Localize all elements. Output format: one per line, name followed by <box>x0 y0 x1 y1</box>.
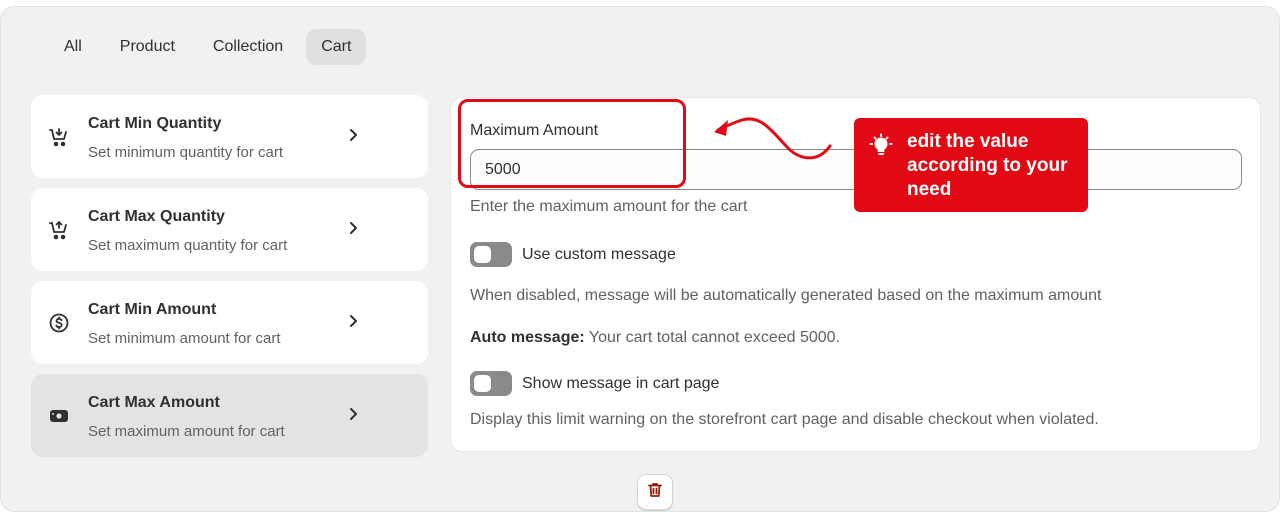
rule-card-title: Cart Max Amount <box>88 394 220 411</box>
cash-icon <box>47 404 71 428</box>
dollar-circle-icon <box>47 311 71 335</box>
rule-card-cart-max-quantity[interactable]: Cart Max Quantity Set maximum quantity f… <box>31 188 428 271</box>
rule-card-title: Cart Min Quantity <box>88 115 222 132</box>
rule-card-subtitle: Set maximum quantity for cart <box>88 237 288 254</box>
auto-message-label: Auto message: <box>470 329 585 346</box>
tab-cart[interactable]: Cart <box>306 29 367 65</box>
rule-card-title: Cart Min Amount <box>88 301 217 318</box>
rule-card-title: Cart Max Quantity <box>88 208 225 225</box>
cart-up-icon <box>47 218 71 242</box>
callout-text: edit the value according to your need <box>907 131 1068 200</box>
rule-card-cart-min-amount[interactable]: Cart Min Amount Set minimum amount for c… <box>31 281 428 364</box>
auto-message-text: Your cart total cannot exceed 5000. <box>584 329 840 346</box>
rule-card-cart-max-amount[interactable]: Cart Max Amount Set maximum amount for c… <box>31 374 428 457</box>
rule-card-cart-min-quantity[interactable]: Cart Min Quantity Set minimum quantity f… <box>31 95 428 178</box>
chevron-right-icon <box>345 406 361 422</box>
cart-page-toggle[interactable] <box>470 371 512 396</box>
chevron-right-icon <box>345 313 361 329</box>
disabled-note: When disabled, message will be automatic… <box>470 287 1102 304</box>
lightbulb-icon <box>868 132 894 158</box>
maximum-amount-label: Maximum Amount <box>470 122 599 139</box>
rule-card-subtitle: Set maximum amount for cart <box>88 423 285 440</box>
chevron-right-icon <box>345 127 361 143</box>
rule-card-subtitle: Set minimum amount for cart <box>88 330 281 347</box>
custom-message-toggle[interactable] <box>470 242 512 267</box>
custom-message-label[interactable]: Use custom message <box>522 246 676 264</box>
delete-button[interactable] <box>637 474 673 510</box>
filter-tabs: All Product Collection Cart <box>49 29 367 65</box>
tab-collection[interactable]: Collection <box>198 29 298 65</box>
rule-card-subtitle: Set minimum quantity for cart <box>88 144 284 161</box>
tooltip-callout: edit the value according to your need <box>854 118 1088 212</box>
auto-message: Auto message: Your cart total cannot exc… <box>470 329 840 347</box>
toggle-knob <box>474 375 491 392</box>
trash-icon <box>646 481 664 504</box>
cart-down-icon <box>47 125 71 149</box>
tab-product[interactable]: Product <box>105 29 190 65</box>
rule-list: Cart Min Quantity Set minimum quantity f… <box>31 95 428 467</box>
cart-page-label[interactable]: Show message in cart page <box>522 375 719 393</box>
toggle-knob <box>474 246 491 263</box>
app-frame: All Product Collection Cart Cart Min Qua… <box>0 6 1280 512</box>
cart-page-help: Display this limit warning on the storef… <box>470 411 1099 428</box>
chevron-right-icon <box>345 220 361 236</box>
maximum-amount-help: Enter the maximum amount for the cart <box>470 198 748 215</box>
tab-all[interactable]: All <box>49 29 97 65</box>
